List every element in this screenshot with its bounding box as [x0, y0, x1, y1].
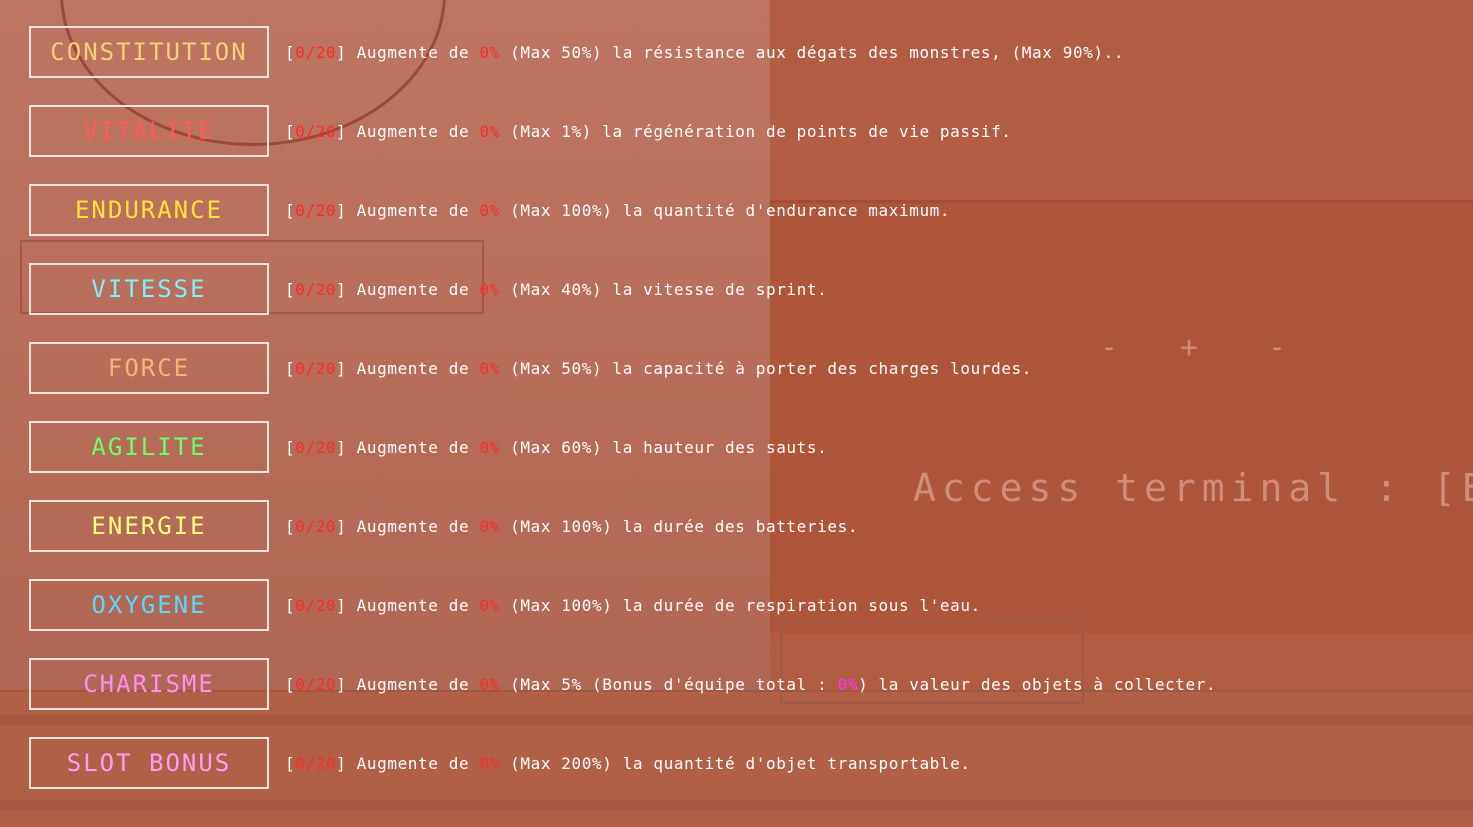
bracket-open: [: [285, 516, 296, 536]
description-text: (Max 1%) la régénération de points de vi…: [499, 121, 1012, 141]
stat-level: 0/20: [295, 121, 337, 141]
stat-percentage: 0%: [479, 42, 500, 62]
stat-level: 0/20: [295, 42, 337, 62]
stat-description: [0/20] Augmente de 0% (Max 1%) la régéné…: [285, 122, 1012, 141]
description-prefix: Augmente de: [346, 121, 480, 141]
description-prefix: Augmente de: [346, 753, 480, 773]
description-text: (Max 200%) la quantité d'objet transport…: [499, 753, 971, 773]
plus-icon: +: [1180, 330, 1199, 365]
bracket-open: [: [285, 674, 296, 694]
stat-row: AGILITE [0/20] Augmente de 0% (Max 60%) l…: [29, 421, 827, 473]
description-prefix: Augmente de: [346, 595, 480, 615]
description-text: (Max 5% (Bonus d'équipe total :: [499, 674, 838, 694]
team-bonus-percentage: 0%: [837, 674, 859, 694]
description-text-end: ) la valeur des objets à collecter.: [858, 674, 1217, 694]
stat-percentage: 0%: [479, 595, 500, 615]
bracket-close: ]: [336, 121, 347, 141]
stat-button-slot-bonus[interactable]: SLOT BONUS: [29, 737, 269, 789]
stat-row: FORCE [0/20] Augmente de 0% (Max 50%) la …: [29, 342, 1032, 394]
description-prefix: Augmente de: [346, 674, 480, 694]
bracket-close: ]: [336, 595, 347, 615]
stat-button-oxygene[interactable]: OXYGENE: [29, 579, 269, 631]
stat-percentage: 0%: [479, 516, 500, 536]
stat-percentage: 0%: [479, 358, 500, 378]
bracket-open: [: [285, 753, 296, 773]
bracket-open: [: [285, 200, 296, 220]
stat-row: ENERGIE [0/20] Augmente de 0% (Max 100%) …: [29, 500, 858, 552]
stat-description: [0/20] Augmente de 0% (Max 100%) la duré…: [285, 596, 981, 615]
description-text: (Max 50%) la capacité à porter des charg…: [499, 358, 1033, 378]
stat-button-endurance[interactable]: ENDURANCE: [29, 184, 269, 236]
stat-description: [0/20] Augmente de 0% (Max 100%) la quan…: [285, 201, 950, 220]
background-stripe: [0, 800, 1473, 810]
stat-percentage: 0%: [479, 200, 500, 220]
stat-percentage: 0%: [479, 121, 500, 141]
stat-level: 0/20: [295, 358, 337, 378]
bracket-open: [: [285, 437, 296, 457]
stat-level: 0/20: [295, 200, 337, 220]
stat-description: [0/20] Augmente de 0% (Max 100%) la duré…: [285, 517, 858, 536]
stat-description: [0/20] Augmente de 0% (Max 200%) la quan…: [285, 754, 971, 773]
stat-button-vitesse[interactable]: VITESSE: [29, 263, 269, 315]
description-prefix: Augmente de: [346, 358, 480, 378]
stat-percentage: 0%: [479, 674, 500, 694]
minus-icon: -: [1268, 330, 1287, 365]
stat-row: OXYGENE [0/20] Augmente de 0% (Max 100%) …: [29, 579, 981, 631]
stat-description: [0/20] Augmente de 0% (Max 60%) la haute…: [285, 438, 827, 457]
stat-level: 0/20: [295, 279, 337, 299]
description-prefix: Augmente de: [346, 437, 480, 457]
stat-row: CHARISME [0/20] Augmente de 0% (Max 5% (B…: [29, 658, 1216, 710]
stat-row: VITALITE [0/20] Augmente de 0% (Max 1%) l…: [29, 105, 1012, 157]
description-prefix: Augmente de: [346, 42, 480, 62]
minus-icon: -: [1100, 330, 1119, 365]
stat-percentage: 0%: [479, 753, 500, 773]
stat-percentage: 0%: [479, 279, 500, 299]
background-terminal-panel: [770, 200, 1473, 633]
stat-level: 0/20: [295, 674, 337, 694]
background-stripe: [0, 715, 1473, 725]
stat-description: [0/20] Augmente de 0% (Max 50%) la résis…: [285, 43, 1124, 62]
bracket-close: ]: [336, 753, 347, 773]
stat-level: 0/20: [295, 595, 337, 615]
stat-button-charisme[interactable]: CHARISME: [29, 658, 269, 710]
description-text: (Max 100%) la quantité d'endurance maxim…: [499, 200, 951, 220]
stat-level: 0/20: [295, 437, 337, 457]
bracket-close: ]: [336, 42, 347, 62]
stat-description: [0/20] Augmente de 0% (Max 5% (Bonus d'é…: [285, 675, 1216, 694]
description-text: (Max 60%) la hauteur des sauts.: [499, 437, 828, 457]
stat-row: CONSTITUTION [0/20] Augmente de 0% (Max 5…: [29, 26, 1124, 78]
description-prefix: Augmente de: [346, 279, 480, 299]
stat-button-constitution[interactable]: CONSTITUTION: [29, 26, 269, 78]
stat-button-energie[interactable]: ENERGIE: [29, 500, 269, 552]
stat-row: SLOT BONUS [0/20] Augmente de 0% (Max 200…: [29, 737, 971, 789]
description-prefix: Augmente de: [346, 200, 480, 220]
bracket-close: ]: [336, 358, 347, 378]
bracket-open: [: [285, 42, 296, 62]
bracket-close: ]: [336, 437, 347, 457]
stat-row: ENDURANCE [0/20] Augmente de 0% (Max 100%…: [29, 184, 950, 236]
stat-description: [0/20] Augmente de 0% (Max 40%) la vites…: [285, 280, 827, 299]
description-text: (Max 100%) la durée de respiration sous …: [499, 595, 981, 615]
bracket-open: [: [285, 279, 296, 299]
bracket-close: ]: [336, 279, 347, 299]
stat-button-force[interactable]: FORCE: [29, 342, 269, 394]
stat-button-vitalite[interactable]: VITALITE: [29, 105, 269, 157]
bracket-close: ]: [336, 516, 347, 536]
stat-button-agilite[interactable]: AGILITE: [29, 421, 269, 473]
stat-level: 0/20: [295, 753, 337, 773]
stat-percentage: 0%: [479, 437, 500, 457]
terminal-hint: Access terminal : [E]: [913, 466, 1473, 510]
bracket-close: ]: [336, 674, 347, 694]
description-text: (Max 100%) la durée des batteries.: [499, 516, 859, 536]
stat-level: 0/20: [295, 516, 337, 536]
bracket-open: [: [285, 358, 296, 378]
bracket-open: [: [285, 595, 296, 615]
bracket-close: ]: [336, 200, 347, 220]
description-text: (Max 40%) la vitesse de sprint.: [499, 279, 828, 299]
description-text: (Max 50%) la résistance aux dégats des m…: [499, 42, 1125, 62]
stat-row: VITESSE [0/20] Augmente de 0% (Max 40%) l…: [29, 263, 827, 315]
description-prefix: Augmente de: [346, 516, 480, 536]
bracket-open: [: [285, 121, 296, 141]
stat-description: [0/20] Augmente de 0% (Max 50%) la capac…: [285, 359, 1032, 378]
